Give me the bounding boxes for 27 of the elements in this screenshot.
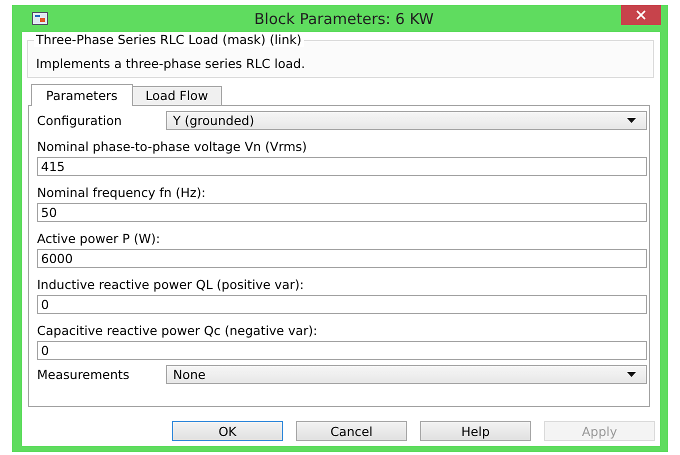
caret-icon bbox=[627, 372, 636, 377]
field-label: Nominal frequency fn (Hz): bbox=[37, 185, 207, 200]
caret-icon bbox=[627, 118, 636, 123]
dialog-button[interactable]: OK bbox=[172, 421, 283, 441]
field-label: Measurements bbox=[37, 367, 130, 382]
field-label: Nominal phase-to-phase voltage Vn (Vrms) bbox=[37, 139, 308, 154]
tab[interactable]: Parameters bbox=[31, 84, 133, 106]
block-icon bbox=[32, 12, 48, 25]
input-field[interactable]: 415 bbox=[37, 157, 647, 176]
field-label: Active power P (W): bbox=[37, 231, 162, 246]
dialog-button[interactable]: Help bbox=[420, 421, 531, 441]
field-label: Inductive reactive power QL (positive var): bbox=[37, 277, 305, 292]
input-field[interactable]: 50 bbox=[37, 203, 647, 222]
dropdown[interactable]: None bbox=[166, 365, 647, 384]
input-field[interactable]: 0 bbox=[37, 295, 647, 314]
dropdown[interactable]: Y (grounded) bbox=[166, 111, 647, 130]
field-label: Capacitive reactive power Qc (negative var): bbox=[37, 323, 318, 338]
dialog-button[interactable]: Cancel bbox=[296, 421, 407, 441]
field-label: Configuration bbox=[37, 113, 123, 128]
close-button[interactable] bbox=[621, 5, 661, 25]
input-field[interactable]: 0 bbox=[37, 341, 647, 360]
close-icon bbox=[636, 10, 646, 20]
group-title: Three-Phase Series RLC Load (mask) (link) bbox=[34, 32, 304, 47]
tab[interactable]: Load Flow bbox=[132, 86, 222, 105]
window-title: Block Parameters: 6 KW bbox=[253, 10, 435, 28]
description-text: Implements a three-phase series RLC load. bbox=[36, 56, 306, 70]
input-field[interactable]: 6000 bbox=[37, 249, 647, 268]
